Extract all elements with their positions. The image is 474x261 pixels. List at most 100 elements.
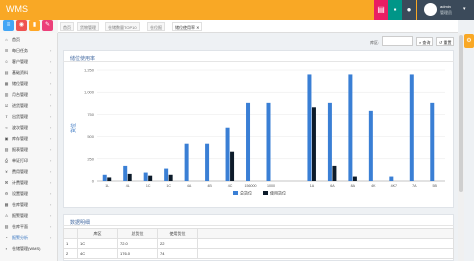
database-icon: ▤ [4,70,9,75]
sidebar-item[interactable]: ⌂ 首页 [0,34,58,45]
sidebar-item[interactable]: ⌘ 计费管理 ‹ [0,177,58,188]
chevron-left-icon: ‹ [50,202,52,207]
table-cell: 4C [77,248,118,259]
sidebar-item[interactable]: ▪ 仓储管理(WMS) [0,243,58,254]
x-tick-label: 1A [310,184,315,188]
sidebar-item[interactable]: ⚠ 报警管理 ‹ [0,210,58,221]
bar [205,143,210,181]
close-icon[interactable]: ✕ [196,25,199,30]
table-header: 总货位 [117,228,158,239]
settings-icon[interactable]: ⚙ [464,34,474,48]
row-index: 1 [63,238,78,249]
chevron-left-icon: ‹ [50,235,52,240]
sidebar-item[interactable]: ▦ 储位管理 ‹ [0,78,58,89]
chevron-down-icon[interactable]: ▾ [463,6,466,12]
clipboard-icon[interactable]: ▮ [29,20,40,31]
dock-icon: ▥ [4,92,9,97]
bar [102,174,107,181]
sidebar-item[interactable]: ⎙ 单证打印 ‹ [0,155,58,166]
file-icon[interactable]: ▤ [374,0,388,20]
table-row[interactable]: 1 1C 72.0 22 [63,238,454,249]
x-tick-label: 1000 [267,184,275,188]
sidebar-item[interactable]: ☺ 客户管理 ‹ [0,56,58,67]
table-header-empty [197,228,454,239]
row-index: 2 [63,248,78,259]
x-tick-label: 4K7 [391,184,397,188]
sidebar-item-label: 报警管理 [12,213,28,218]
y-tick-label: 750 [87,112,94,117]
lock-icon[interactable]: ● [402,0,416,20]
stock-icon: ▣ [4,136,9,141]
tab-position-report[interactable]: 仓位报 [147,22,165,31]
sidebar-item[interactable]: ▧ 仓库平面 ‹ [0,221,58,232]
x-tick-label: 1L [105,184,109,188]
wms-icon: ▪ [5,246,8,251]
x-tick-label: 1C [166,184,171,188]
tab-top10[interactable]: 仓储数量TOP10 [105,22,140,31]
user-icon[interactable]: ◉ [16,20,27,31]
avatar[interactable] [424,3,437,16]
sidebar-item-label: 计费管理 [12,180,28,185]
chevron-left-icon: ‹ [50,81,52,86]
y-tick-label: 250 [87,156,94,161]
bar [230,151,235,181]
sidebar-item-label: 储位管理 [12,81,28,86]
sidebar-item[interactable]: ☰ 每日任务 ‹ [0,45,58,56]
bar [148,175,153,181]
chevron-left-icon: ‹ [50,103,52,108]
tab-goods[interactable]: 货物管理 [77,22,99,31]
sidebar-item[interactable]: ▤ 基础资料 ‹ [0,67,58,78]
search-button[interactable]: ⌕ 查询 [416,37,434,46]
tab-home[interactable]: 首页 [60,22,74,31]
sidebar-item-label: 仓库平面 [12,224,28,229]
reset-button[interactable]: ↺ 重置 [436,37,455,46]
print-icon: ⎙ [4,158,9,163]
sidebar-item[interactable]: ▨ 报表管理 ‹ [0,144,58,155]
x-tick-label: 4K [371,184,376,188]
bar [307,74,312,181]
report-icon: ▨ [4,147,9,152]
warehouse-icon: ▩ [4,202,9,207]
bar [332,165,337,181]
map-icon: ▧ [4,224,9,229]
wrench-icon[interactable]: ✎ [42,20,53,31]
tab-usage-rate[interactable]: 储位使用率 ✕ [172,22,203,31]
chevron-left-icon: ‹ [50,59,52,64]
sidebar-item[interactable]: ▥ 月台管理 ‹ [0,89,58,100]
y-tick-label: 1,000 [84,90,95,95]
table-row[interactable]: 2 4C 176.0 74 [63,248,454,259]
sidebar-item[interactable]: ⇪ 出货管理 ‹ [0,111,58,122]
chevron-left-icon: ‹ [50,169,52,174]
billing-icon: ⌘ [4,180,9,185]
zone-filter-input[interactable] [382,36,413,46]
sidebar-item[interactable]: ⚙ 设置管理 ‹ [0,188,58,199]
bar [225,127,230,181]
scrollbar-thumb[interactable] [459,35,463,192]
chevron-left-icon: ‹ [50,92,52,97]
bar [327,102,332,181]
chevron-left-icon: ‹ [50,125,52,130]
bar [246,102,251,181]
sidebar-item[interactable]: ¥ 费用管理 ‹ [0,166,58,177]
y-tick-label: 0 [92,179,95,184]
bar [107,177,112,181]
sidebar-item[interactable]: ▩ 仓库管理 ‹ [0,199,58,210]
bar [143,172,148,181]
y-tick-label: 1,250 [84,68,95,73]
chevron-left-icon: ‹ [50,213,52,218]
app-logo[interactable]: WMS [6,4,28,14]
save-icon[interactable]: ▪ [388,0,402,20]
x-tick-label: 4L [126,184,130,188]
legend-swatch [233,191,238,195]
sidebar-item[interactable]: ≈ 波次管理 ‹ [0,122,58,133]
storage-icon: ▦ [4,81,9,86]
bar [168,174,173,181]
sidebar-item-label: 首页 [12,37,20,42]
divider [63,225,454,226]
sidebar-item[interactable]: ◔ 报警分析 ‹ [0,232,58,243]
menu-icon[interactable]: ≡ [3,20,14,31]
sidebar-item[interactable]: ☑ 进货管理 ‹ [0,100,58,111]
bar [123,165,128,181]
sidebar-item[interactable]: ▣ 库存管理 ‹ [0,133,58,144]
sidebar-item-label: 基础资料 [12,70,28,75]
